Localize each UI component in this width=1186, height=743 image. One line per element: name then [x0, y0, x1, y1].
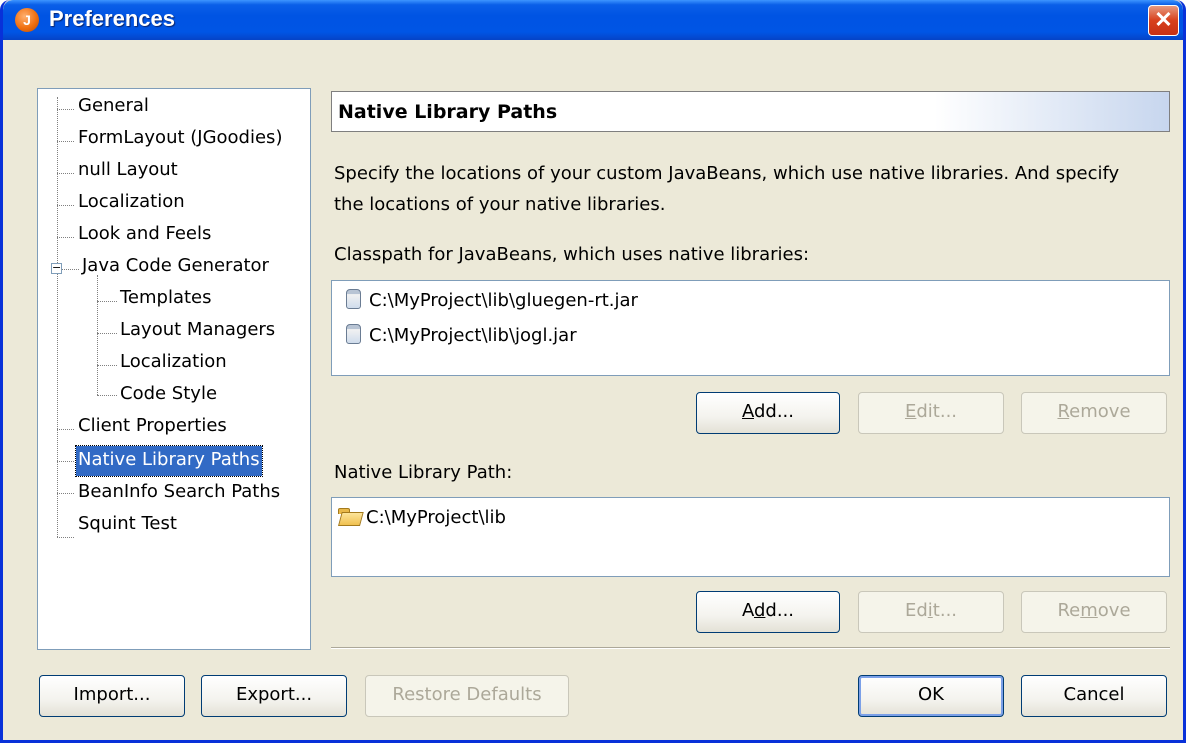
button-label: ove	[1097, 600, 1131, 621]
jar-icon	[346, 324, 361, 344]
folder-icon	[338, 508, 360, 525]
tree-item-beaninfo-search-paths[interactable]: BeanInfo Search Paths	[76, 478, 282, 508]
restore-defaults-button[interactable]: Restore Defaults	[365, 675, 569, 717]
tree-item-squint-test[interactable]: Squint Test	[76, 510, 179, 540]
button-mnemonic: d	[753, 600, 766, 621]
button-mnemonic: E	[904, 401, 917, 422]
ok-button[interactable]: OK	[858, 675, 1004, 717]
jar-icon	[346, 289, 361, 309]
tree-item-general[interactable]: General	[76, 92, 151, 122]
button-label: emove	[1069, 401, 1131, 422]
tree-branch-line	[57, 173, 74, 174]
tree-item-look-and-feels[interactable]: Look and Feels	[76, 220, 213, 250]
native-remove-button[interactable]: Remove	[1021, 591, 1167, 633]
close-button[interactable]: ✕	[1148, 5, 1179, 36]
list-item-label: C:\MyProject\lib\gluegen-rt.jar	[369, 290, 638, 311]
app-icon: J	[15, 8, 39, 32]
tree-branch-line	[57, 537, 74, 538]
preferences-window: J Preferences ✕ General FormLayout (JGoo…	[0, 0, 1186, 743]
tree-item-templates[interactable]: Templates	[118, 284, 214, 314]
tree-item-native-library-paths[interactable]: Native Library Paths	[75, 445, 263, 477]
list-item[interactable]: C:\MyProject\lib\gluegen-rt.jar	[346, 286, 638, 316]
native-path-label: Native Library Path:	[334, 462, 513, 483]
list-item[interactable]: C:\MyProject\lib	[338, 503, 506, 533]
list-item[interactable]: C:\MyProject\lib\jogl.jar	[346, 321, 577, 351]
tree-item-java-code-generator[interactable]: Java Code Generator	[80, 252, 271, 282]
tree-item-code-style[interactable]: Code Style	[118, 380, 219, 410]
tree-item-null-layout[interactable]: null Layout	[76, 156, 180, 186]
tree-item-formlayout[interactable]: FormLayout (JGoodies)	[76, 124, 284, 154]
tree-branch-line	[57, 205, 74, 206]
window-title: Preferences	[49, 6, 175, 31]
native-add-button[interactable]: Add...	[696, 591, 840, 633]
list-item-label: C:\MyProject\lib\jogl.jar	[369, 325, 577, 346]
button-label: t...	[932, 600, 958, 621]
tree-branch-line	[57, 109, 74, 110]
classpath-add-button[interactable]: Add...	[696, 392, 840, 434]
button-mnemonic: m	[1080, 600, 1098, 621]
separator	[331, 647, 1170, 649]
preferences-tree[interactable]: General FormLayout (JGoodies) null Layou…	[37, 88, 311, 650]
tree-branch-line	[57, 141, 74, 142]
export-button[interactable]: Export...	[201, 675, 347, 717]
classpath-remove-button[interactable]: Remove	[1021, 392, 1167, 434]
tree-branch-line	[97, 395, 117, 396]
collapse-icon[interactable]: −	[51, 262, 62, 274]
tree-branch-line	[97, 333, 117, 334]
button-mnemonic: R	[1057, 401, 1070, 422]
classpath-label: Classpath for JavaBeans, which uses nati…	[334, 244, 810, 265]
tree-branch-line	[57, 493, 74, 494]
tree-guide-line	[97, 275, 98, 395]
tree-branch-line	[97, 301, 117, 302]
tree-item-localization-sub[interactable]: Localization	[118, 348, 229, 378]
button-label: A	[741, 600, 754, 621]
tree-branch-line	[57, 237, 74, 238]
button-label: dit...	[916, 401, 958, 422]
tree-branch-line	[97, 365, 117, 366]
tree-branch-line	[57, 461, 74, 462]
cancel-button[interactable]: Cancel	[1021, 675, 1167, 717]
title-bar[interactable]: J Preferences ✕	[3, 0, 1183, 40]
tree-item-layout-managers[interactable]: Layout Managers	[118, 316, 277, 346]
tree-item-localization[interactable]: Localization	[76, 188, 187, 218]
description-text: Specify the locations of your custom Jav…	[334, 163, 1120, 215]
button-label: d...	[765, 600, 795, 621]
tree-guide-line	[57, 97, 58, 537]
list-item-label: C:\MyProject\lib	[366, 507, 506, 528]
button-label: Ed	[904, 600, 928, 621]
button-label: dd...	[753, 401, 795, 422]
import-button[interactable]: Import...	[39, 675, 185, 717]
tree-item-client-properties[interactable]: Client Properties	[76, 412, 229, 442]
section-header: Native Library Paths	[331, 91, 1170, 132]
native-edit-button[interactable]: Edit...	[858, 591, 1004, 633]
classpath-edit-button[interactable]: Edit...	[858, 392, 1004, 434]
classpath-list[interactable]: C:\MyProject\lib\gluegen-rt.jar C:\MyPro…	[331, 280, 1170, 376]
button-label: Re	[1057, 600, 1081, 621]
native-path-list[interactable]: C:\MyProject\lib	[331, 497, 1170, 577]
button-mnemonic: A	[741, 401, 754, 422]
tree-branch-line	[57, 429, 74, 430]
